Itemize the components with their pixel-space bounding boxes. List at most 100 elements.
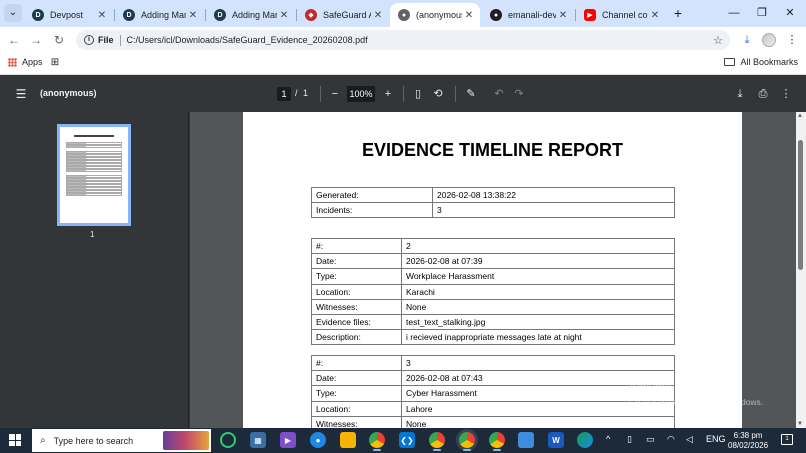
new-tab-button[interactable]: + [669, 4, 687, 22]
toolbar-divider [403, 86, 404, 102]
tab-youtube[interactable]: ▶ Channel content ✕ [576, 3, 666, 27]
whatsapp-icon[interactable]: ● [310, 432, 326, 448]
scrollbar-thumb[interactable] [798, 140, 803, 270]
report-meta-table: Generated: 2026-02-08 13:38:22 Incidents… [311, 186, 675, 219]
tab-search-button[interactable]: ⌄ [4, 4, 22, 22]
close-window-button[interactable]: ✕ [776, 0, 804, 27]
zoom-out-button[interactable]: − [328, 87, 342, 101]
close-icon[interactable]: ✕ [648, 10, 662, 21]
address-bar[interactable]: i File C:/Users/icl/Downloads/SafeGuard_… [76, 30, 730, 50]
circle-app-icon[interactable] [220, 432, 236, 448]
url-text[interactable]: C:/Users/icl/Downloads/SafeGuard_Evidenc… [127, 35, 710, 45]
clock-date: 08/02/2026 [728, 441, 769, 450]
chrome-icon[interactable] [369, 432, 385, 451]
vscode-icon[interactable]: ❮❯ [399, 432, 415, 448]
page-number-input[interactable]: 1 [277, 87, 291, 101]
page-separator: / [295, 88, 298, 98]
fit-page-icon: ▯ [414, 88, 422, 100]
taskbar-search-input[interactable]: ⌕ Type here to search [32, 429, 211, 452]
speaker-icon[interactable]: ◁ [686, 434, 693, 445]
search-icon: ⌕ [40, 435, 46, 446]
edge-icon[interactable] [577, 432, 593, 448]
close-icon[interactable]: ✕ [556, 10, 570, 21]
screen-tool-icon[interactable]: ▦ [250, 432, 266, 448]
menu-icon[interactable]: ☰ [14, 87, 28, 101]
github-icon: ● [490, 9, 502, 21]
reload-button[interactable]: ↻ [50, 31, 68, 49]
download-button[interactable]: ⤓ [733, 87, 747, 101]
table-row: Location: Lahore [311, 400, 675, 417]
plus-icon: + [384, 88, 392, 100]
close-icon[interactable]: ✕ [277, 10, 291, 21]
page-total: 1 [303, 88, 309, 98]
file-explorer-icon[interactable] [340, 432, 356, 448]
apps-grid-icon [8, 57, 17, 67]
zoom-input[interactable]: 100% [347, 86, 375, 102]
search-placeholder: Type here to search [53, 435, 134, 446]
rotate-button[interactable]: ⟲ [431, 87, 445, 101]
close-icon[interactable]: ✕ [186, 10, 200, 21]
tab-github[interactable]: ● emanali-dev/SafeGuard ✕ [482, 3, 574, 27]
shield-icon: ◆ [305, 9, 317, 21]
pdf-toolbar: ☰ (anonymous) 1 / 1 − 100% + ▯ ⟲ ✎ ↶ ↷ ⤓… [0, 76, 806, 112]
youtube-icon: ▶ [584, 9, 596, 21]
more-options-button[interactable]: ⋮ [779, 87, 793, 101]
wifi-icon[interactable]: ◠ [667, 434, 675, 445]
fit-page-button[interactable]: ▯ [411, 87, 425, 101]
tab-devpost[interactable]: D Devpost ✕ [24, 3, 113, 27]
info-icon[interactable]: i [84, 35, 94, 45]
tab-adding-markers-1[interactable]: D Adding Markers ✕ [115, 3, 204, 27]
forward-button[interactable]: → [27, 31, 45, 49]
tab-anonymous-active[interactable]: ● (anonymous) ✕ [390, 3, 480, 27]
rotate-icon: ⟲ [433, 88, 443, 100]
minimize-icon: — [728, 7, 740, 19]
arrow-left-icon: ← [8, 33, 20, 47]
windows-start-icon[interactable] [9, 434, 21, 446]
star-icon[interactable]: ☆ [710, 34, 726, 47]
visual-studio-icon[interactable]: ▶ [280, 432, 296, 448]
kebab-menu-icon[interactable]: ⋮ [784, 32, 800, 48]
devpost-icon: D [214, 9, 226, 21]
chrome-profile-icon[interactable] [489, 432, 505, 451]
word-icon[interactable]: W [548, 432, 564, 448]
chevron-up-icon[interactable]: ^ [606, 434, 610, 444]
avatar[interactable] [762, 33, 776, 47]
print-button[interactable]: ⎙ [756, 87, 770, 101]
table-row: #: 2 [311, 237, 675, 255]
redo-button[interactable]: ↷ [512, 87, 526, 101]
folder-icon [724, 58, 736, 66]
chrome-active-icon[interactable] [456, 429, 478, 451]
redo-icon: ↷ [514, 88, 524, 100]
download-icon[interactable]: ⤓ [739, 32, 755, 48]
undo-button[interactable]: ↶ [492, 87, 506, 101]
close-icon[interactable]: ✕ [462, 10, 476, 21]
table-row: Witnesses: None [311, 298, 675, 315]
toolbar-divider [320, 86, 321, 102]
download-icon: ⤓ [737, 88, 743, 100]
image-app-icon[interactable] [518, 432, 534, 448]
taskbar-clock[interactable]: 6:38 pm 08/02/2026 [728, 431, 768, 451]
tab-adding-markers-2[interactable]: D Adding Markers ✕ [206, 3, 295, 27]
all-bookmarks[interactable]: All Bookmarks [724, 57, 798, 67]
battery-icon[interactable]: ▭ [646, 434, 655, 445]
notification-icon[interactable]: 1 [781, 434, 793, 445]
zoom-in-button[interactable]: + [381, 87, 395, 101]
tab-safeguard[interactable]: ◆ SafeGuard AI ✕ [297, 3, 389, 27]
tab-groups-icon[interactable]: ⊞ [49, 57, 61, 69]
back-button[interactable]: ← [5, 31, 23, 49]
language-indicator[interactable]: ENG [706, 434, 726, 444]
device-icon[interactable]: ▯ [627, 434, 632, 445]
minimize-button[interactable]: — [720, 0, 748, 27]
annotate-button[interactable]: ✎ [464, 87, 478, 101]
file-chip[interactable]: File [98, 35, 114, 45]
bookmark-apps[interactable]: Apps [8, 57, 43, 67]
vertical-scrollbar[interactable]: ▲ ▼ [796, 112, 806, 428]
close-icon[interactable]: ✕ [95, 10, 109, 21]
page-thumbnail[interactable] [57, 124, 131, 226]
reload-icon: ↻ [53, 33, 65, 47]
close-icon[interactable]: ✕ [371, 10, 385, 21]
chrome-profile-icon[interactable] [429, 432, 445, 451]
scroll-down-icon[interactable]: ▼ [797, 421, 803, 427]
restore-button[interactable]: ❐ [748, 0, 776, 27]
scroll-up-icon[interactable]: ▲ [797, 113, 803, 119]
